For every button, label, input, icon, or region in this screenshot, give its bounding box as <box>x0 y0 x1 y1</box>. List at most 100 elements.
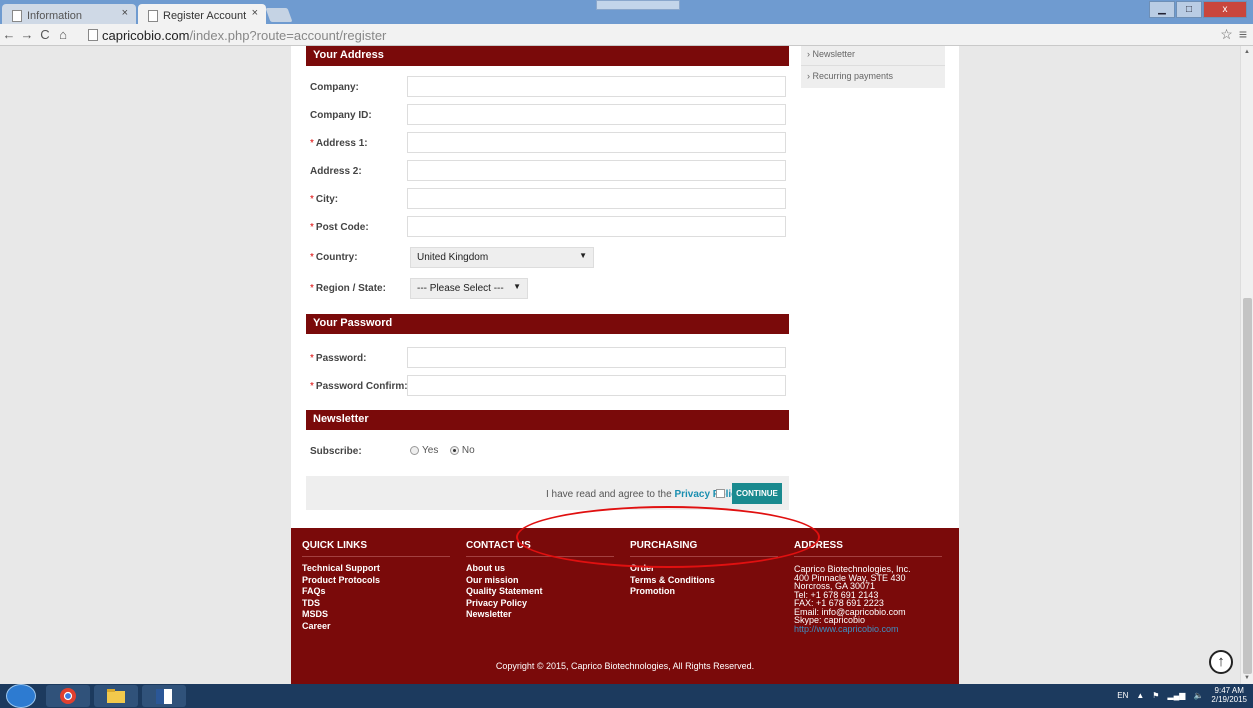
address2-input[interactable] <box>407 160 786 181</box>
menu-icon[interactable]: ≡ <box>1239 26 1247 43</box>
copyright-text: Copyright © 2015, Caprico Biotechnologie… <box>495 661 755 671</box>
scroll-down-icon[interactable]: ▼ <box>1244 675 1250 681</box>
sidebar-item-recurring-payments[interactable]: › Recurring payments <box>807 71 893 81</box>
new-tab-button[interactable] <box>265 8 293 22</box>
region-row: * Region / State: --- Please Select --- ▼ <box>306 277 786 299</box>
required-marker: * <box>310 381 314 392</box>
scroll-up-icon[interactable]: ▲ <box>1244 49 1250 55</box>
word-taskbar-icon[interactable] <box>142 685 186 707</box>
footer-link[interactable]: Promotion <box>630 586 778 598</box>
agree-checkbox[interactable] <box>716 489 725 498</box>
tab-information[interactable]: Information × <box>2 4 136 24</box>
footer-link[interactable]: Our mission <box>466 575 614 587</box>
required-marker: * <box>310 353 314 364</box>
start-button[interactable] <box>6 684 36 708</box>
field-label: * Password Confirm: <box>310 381 408 392</box>
footer-link[interactable]: Quality Statement <box>466 586 614 598</box>
footer-link[interactable]: Privacy Policy <box>466 598 614 610</box>
city-row: * City: <box>306 188 786 210</box>
scroll-to-top-button[interactable]: ↑ <box>1209 650 1233 674</box>
chevron-up-icon[interactable]: ▲ <box>1136 691 1144 700</box>
footer-link[interactable]: FAQs <box>302 586 450 598</box>
annotation-ellipse <box>516 506 820 568</box>
folder-icon <box>107 689 125 703</box>
reload-icon[interactable]: C <box>36 27 54 42</box>
field-label: Company ID: <box>310 110 372 121</box>
password-confirm-input[interactable] <box>407 375 786 396</box>
country-select[interactable]: United Kingdom ▼ <box>410 247 594 268</box>
footer-link[interactable]: MSDS <box>302 609 450 621</box>
sidebar-item-newsletter[interactable]: › Newsletter <box>807 49 855 59</box>
page-scrollbar[interactable]: ▲ ▼ <box>1240 46 1253 684</box>
footer-address: ADDRESS Caprico Biotechnologies, Inc. 40… <box>794 540 942 633</box>
password-confirm-row: * Password Confirm: <box>306 375 786 397</box>
footer-link[interactable]: Career <box>302 621 450 633</box>
field-label: Address 2: <box>310 166 362 177</box>
signal-icon[interactable]: ▂▄▆ <box>1167 691 1185 700</box>
close-icon[interactable]: × <box>122 7 128 19</box>
postcode-input[interactable] <box>407 216 786 237</box>
chrome-taskbar-icon[interactable] <box>46 685 90 707</box>
clock[interactable]: 9:47 AM 2/19/2015 <box>1211 686 1247 704</box>
company-id-input[interactable] <box>407 104 786 125</box>
subscribe-yes-radio[interactable] <box>410 445 419 455</box>
field-label: * Country: <box>310 252 358 263</box>
password-input[interactable] <box>407 347 786 368</box>
back-icon[interactable]: ← <box>0 27 18 42</box>
url-path: /index.php?route=account/register <box>189 27 387 43</box>
address-bar[interactable]: capricobio.com/index.php?route=account/r… <box>88 26 386 44</box>
password-section-title: Your Password <box>306 314 789 334</box>
window-indicator <box>596 0 680 10</box>
continue-button[interactable]: CONTINUE <box>732 483 782 504</box>
country-row: * Country: United Kingdom ▼ <box>306 246 786 268</box>
scroll-thumb[interactable] <box>1243 298 1252 674</box>
footer-link[interactable]: About us <box>466 563 614 575</box>
yes-label: Yes <box>422 445 439 456</box>
subscribe-no-radio[interactable] <box>449 445 459 455</box>
footer-heading: QUICK LINKS <box>302 540 450 557</box>
star-icon[interactable]: ☆ <box>1220 26 1233 43</box>
footer-link[interactable]: TDS <box>302 598 450 610</box>
page-icon <box>12 9 22 22</box>
volume-icon[interactable]: 🔈 <box>1193 691 1203 700</box>
required-marker: * <box>310 194 314 205</box>
home-icon[interactable]: ⌂ <box>54 27 72 42</box>
company-id-row: Company ID: <box>306 104 786 126</box>
address2-row: Address 2: <box>306 160 786 182</box>
footer-link[interactable]: Newsletter <box>466 609 614 621</box>
language-indicator[interactable]: EN <box>1117 691 1128 700</box>
forward-icon[interactable]: → <box>18 27 36 42</box>
city-input[interactable] <box>407 188 786 209</box>
footer-link[interactable]: Product Protocols <box>302 575 450 587</box>
word-icon <box>156 689 172 704</box>
no-label: No <box>461 445 475 456</box>
tab-label: Register Account <box>163 9 247 22</box>
required-marker: * <box>310 138 314 149</box>
close-icon[interactable]: × <box>252 7 258 19</box>
newsletter-section-title: Newsletter <box>306 410 789 430</box>
explorer-taskbar-icon[interactable] <box>94 685 138 707</box>
field-label: * Region / State: <box>310 283 386 294</box>
footer-link[interactable]: Technical Support <box>302 563 450 575</box>
region-select[interactable]: --- Please Select --- ▼ <box>410 278 528 299</box>
account-sidebar: › Newsletter › Recurring payments <box>801 46 945 88</box>
footer-link[interactable]: Terms & Conditions <box>630 575 778 587</box>
required-marker: * <box>310 252 314 263</box>
flag-icon[interactable]: ⚑ <box>1152 691 1159 700</box>
page-viewport: Your Address Company: Company ID: * Addre… <box>0 46 1240 684</box>
subscribe-row: Subscribe: Yes No <box>306 440 786 462</box>
address1-row: * Address 1: <box>306 132 786 154</box>
required-marker: * <box>310 283 314 294</box>
maximize-button[interactable]: □ <box>1176 1 1202 18</box>
field-label: * City: <box>310 194 339 205</box>
website-link[interactable]: http://www.capricobio.com <box>794 624 942 634</box>
company-input[interactable] <box>407 76 786 97</box>
minimize-button[interactable]: ▁ <box>1149 1 1175 18</box>
clock-time: 9:47 AM <box>1214 686 1244 695</box>
address1-input[interactable] <box>407 132 786 153</box>
field-label: Company: <box>310 82 359 93</box>
address-section-title: Your Address <box>306 46 789 66</box>
divider <box>801 65 945 66</box>
close-window-button[interactable]: x <box>1203 1 1247 18</box>
tab-register-account[interactable]: Register Account × <box>138 4 266 24</box>
